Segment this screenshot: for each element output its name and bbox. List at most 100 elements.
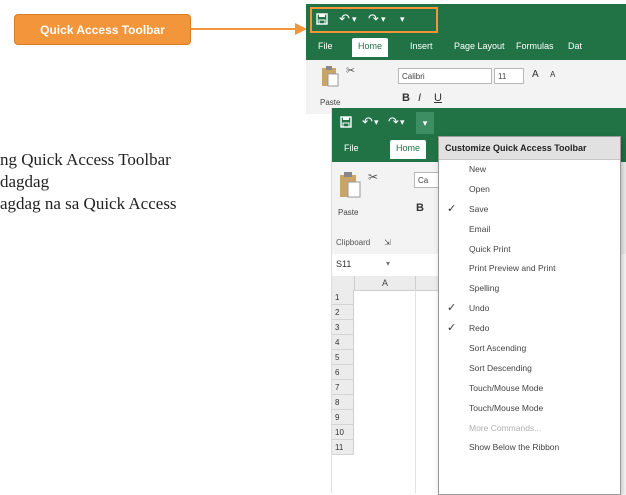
checkmark-icon: ✓ xyxy=(447,302,457,315)
customize-dropdown-icon[interactable]: ▾ xyxy=(400,12,405,26)
menu-item-label: More Commands... xyxy=(469,422,542,433)
row-header[interactable]: 1 xyxy=(332,290,354,305)
undo-icon[interactable]: ↶ xyxy=(362,115,373,129)
undo-dropdown-icon[interactable]: ▾ xyxy=(352,12,357,26)
column-header-a[interactable]: A xyxy=(355,276,416,291)
cut-icon[interactable]: ✂ xyxy=(368,170,378,184)
column-gridline xyxy=(415,290,416,493)
menu-item-open[interactable]: Open xyxy=(439,180,620,200)
clipboard-group-label: Clipboard xyxy=(336,238,371,247)
menu-item-label: Open xyxy=(469,183,490,194)
quick-access-toolbar-callout: Quick Access Toolbar xyxy=(14,14,191,45)
body-text-line-2: dagdag xyxy=(0,172,50,191)
name-box-dropdown-icon[interactable]: ▾ xyxy=(386,259,390,268)
save-icon[interactable] xyxy=(316,13,328,28)
menu-item-label: Undo xyxy=(469,303,490,314)
menu-item-sort-descending[interactable]: Sort Descending xyxy=(439,359,620,379)
font-name-value: Ca xyxy=(418,176,429,185)
menu-item-label: Spelling xyxy=(469,283,500,294)
menu-item-redo[interactable]: ✓ Redo xyxy=(439,319,620,339)
redo-icon[interactable]: ↷ xyxy=(388,115,399,129)
italic-button[interactable]: I xyxy=(418,92,421,104)
bold-button[interactable]: B xyxy=(402,92,410,104)
row-header[interactable]: 11 xyxy=(332,440,354,455)
select-all-corner[interactable] xyxy=(332,276,355,291)
row-header[interactable]: 7 xyxy=(332,380,354,395)
menu-item-more-commands[interactable]: More Commands... xyxy=(439,419,620,439)
quick-access-toolbar-2: ↶ ▾ ↷ ▾ ▾ xyxy=(332,108,626,138)
tab-file[interactable]: File xyxy=(318,41,333,51)
row-header[interactable]: 2 xyxy=(332,305,354,320)
undo-icon[interactable]: ↶ xyxy=(339,12,350,26)
tab-data[interactable]: Dat xyxy=(568,41,582,51)
menu-item-label: Touch/Mouse Mode xyxy=(469,402,544,413)
font-name-value: Calibri xyxy=(402,72,425,81)
ribbon-home-body: Paste ✂ Calibri 11 A A B I U xyxy=(306,60,626,114)
redo-icon[interactable]: ↷ xyxy=(368,12,379,26)
menu-item-undo[interactable]: ✓ Undo xyxy=(439,299,620,319)
paste-icon[interactable] xyxy=(320,64,340,93)
menu-item-email[interactable]: Email xyxy=(439,220,620,240)
row-header[interactable]: 3 xyxy=(332,320,354,335)
tab-home[interactable]: Home xyxy=(352,38,389,57)
customize-dropdown-icon[interactable]: ▾ xyxy=(416,112,434,134)
redo-dropdown-icon[interactable]: ▾ xyxy=(400,115,405,129)
bold-button[interactable]: B xyxy=(416,202,424,214)
paste-label[interactable]: Paste xyxy=(338,208,358,217)
row-header[interactable]: 8 xyxy=(332,395,354,410)
menu-item-label: Quick Print xyxy=(469,243,511,254)
tab-page-layout[interactable]: Page Layout xyxy=(454,41,505,51)
tab-home[interactable]: Home xyxy=(390,140,427,159)
menu-item-quick-print[interactable]: Quick Print xyxy=(439,240,620,260)
menu-item-label: Redo xyxy=(469,323,490,334)
menu-item-save[interactable]: ✓ Save xyxy=(439,200,620,220)
menu-item-label: Touch/Mouse Mode xyxy=(469,382,544,393)
checkmark-icon: ✓ xyxy=(447,322,457,335)
font-size-field[interactable]: 11 xyxy=(494,68,524,84)
row-header[interactable]: 6 xyxy=(332,365,354,380)
menu-item-new[interactable]: New xyxy=(439,160,620,180)
checkmark-icon: ✓ xyxy=(447,202,457,215)
body-text-line-1: ng Quick Access Toolbar xyxy=(0,150,171,169)
name-box-value: S11 xyxy=(336,259,352,269)
save-icon[interactable] xyxy=(340,116,352,131)
paste-label[interactable]: Paste xyxy=(320,98,340,107)
row-header[interactable]: 9 xyxy=(332,410,354,425)
body-text-line-3: agdag na sa Quick Access xyxy=(0,194,177,213)
row-header[interactable]: 10 xyxy=(332,425,354,440)
callout-arrow-line xyxy=(191,28,295,30)
menu-item-spelling[interactable]: Spelling xyxy=(439,279,620,299)
clipboard-launcher-icon[interactable]: ⇲ xyxy=(384,238,391,247)
tab-insert[interactable]: Insert xyxy=(410,41,433,51)
callout-label: Quick Access Toolbar xyxy=(40,22,165,37)
cut-icon[interactable]: ✂ xyxy=(346,64,355,77)
undo-dropdown-icon[interactable]: ▾ xyxy=(374,115,379,129)
menu-item-label: Email xyxy=(469,223,491,234)
underline-button[interactable]: U xyxy=(434,92,442,104)
menu-item-label: Sort Descending xyxy=(469,362,532,373)
redo-dropdown-icon[interactable]: ▾ xyxy=(381,12,386,26)
font-name-field[interactable]: Calibri xyxy=(398,68,492,84)
row-header[interactable]: 4 xyxy=(332,335,354,350)
quick-access-toolbar: ↶ ▾ ↷ ▾ ▾ xyxy=(306,4,626,36)
menu-item-label: New xyxy=(469,164,487,174)
menu-item-touch-mouse-mode-2[interactable]: Touch/Mouse Mode xyxy=(439,399,620,419)
menu-item-label: Sort Ascending xyxy=(469,343,527,354)
tab-file[interactable]: File xyxy=(344,143,359,153)
menu-item-touch-mouse-mode[interactable]: Touch/Mouse Mode xyxy=(439,379,620,399)
menu-item-label: Print Preview and Print xyxy=(469,263,556,274)
shrink-font-button[interactable]: A xyxy=(550,70,555,79)
menu-item-show-below-ribbon[interactable]: Show Below the Ribbon xyxy=(439,438,620,458)
customize-qat-menu: Customize Quick Access Toolbar New Open … xyxy=(438,136,621,495)
grow-font-button[interactable]: A xyxy=(532,69,539,80)
menu-item-label: Show Below the Ribbon xyxy=(469,442,560,453)
ribbon-tabs: File Home Insert Page Layout Formulas Da… xyxy=(306,36,626,60)
menu-item-sort-ascending[interactable]: Sort Ascending xyxy=(439,339,620,359)
menu-item-print-preview[interactable]: Print Preview and Print xyxy=(439,259,620,279)
paste-icon[interactable] xyxy=(338,170,362,205)
row-header[interactable]: 5 xyxy=(332,350,354,365)
excel-ribbon-top: ↶ ▾ ↷ ▾ ▾ File Home Insert Page Layout F… xyxy=(306,4,626,114)
font-size-value: 11 xyxy=(498,72,507,81)
tab-formulas[interactable]: Formulas xyxy=(516,41,554,51)
menu-item-label: Save xyxy=(469,203,489,214)
